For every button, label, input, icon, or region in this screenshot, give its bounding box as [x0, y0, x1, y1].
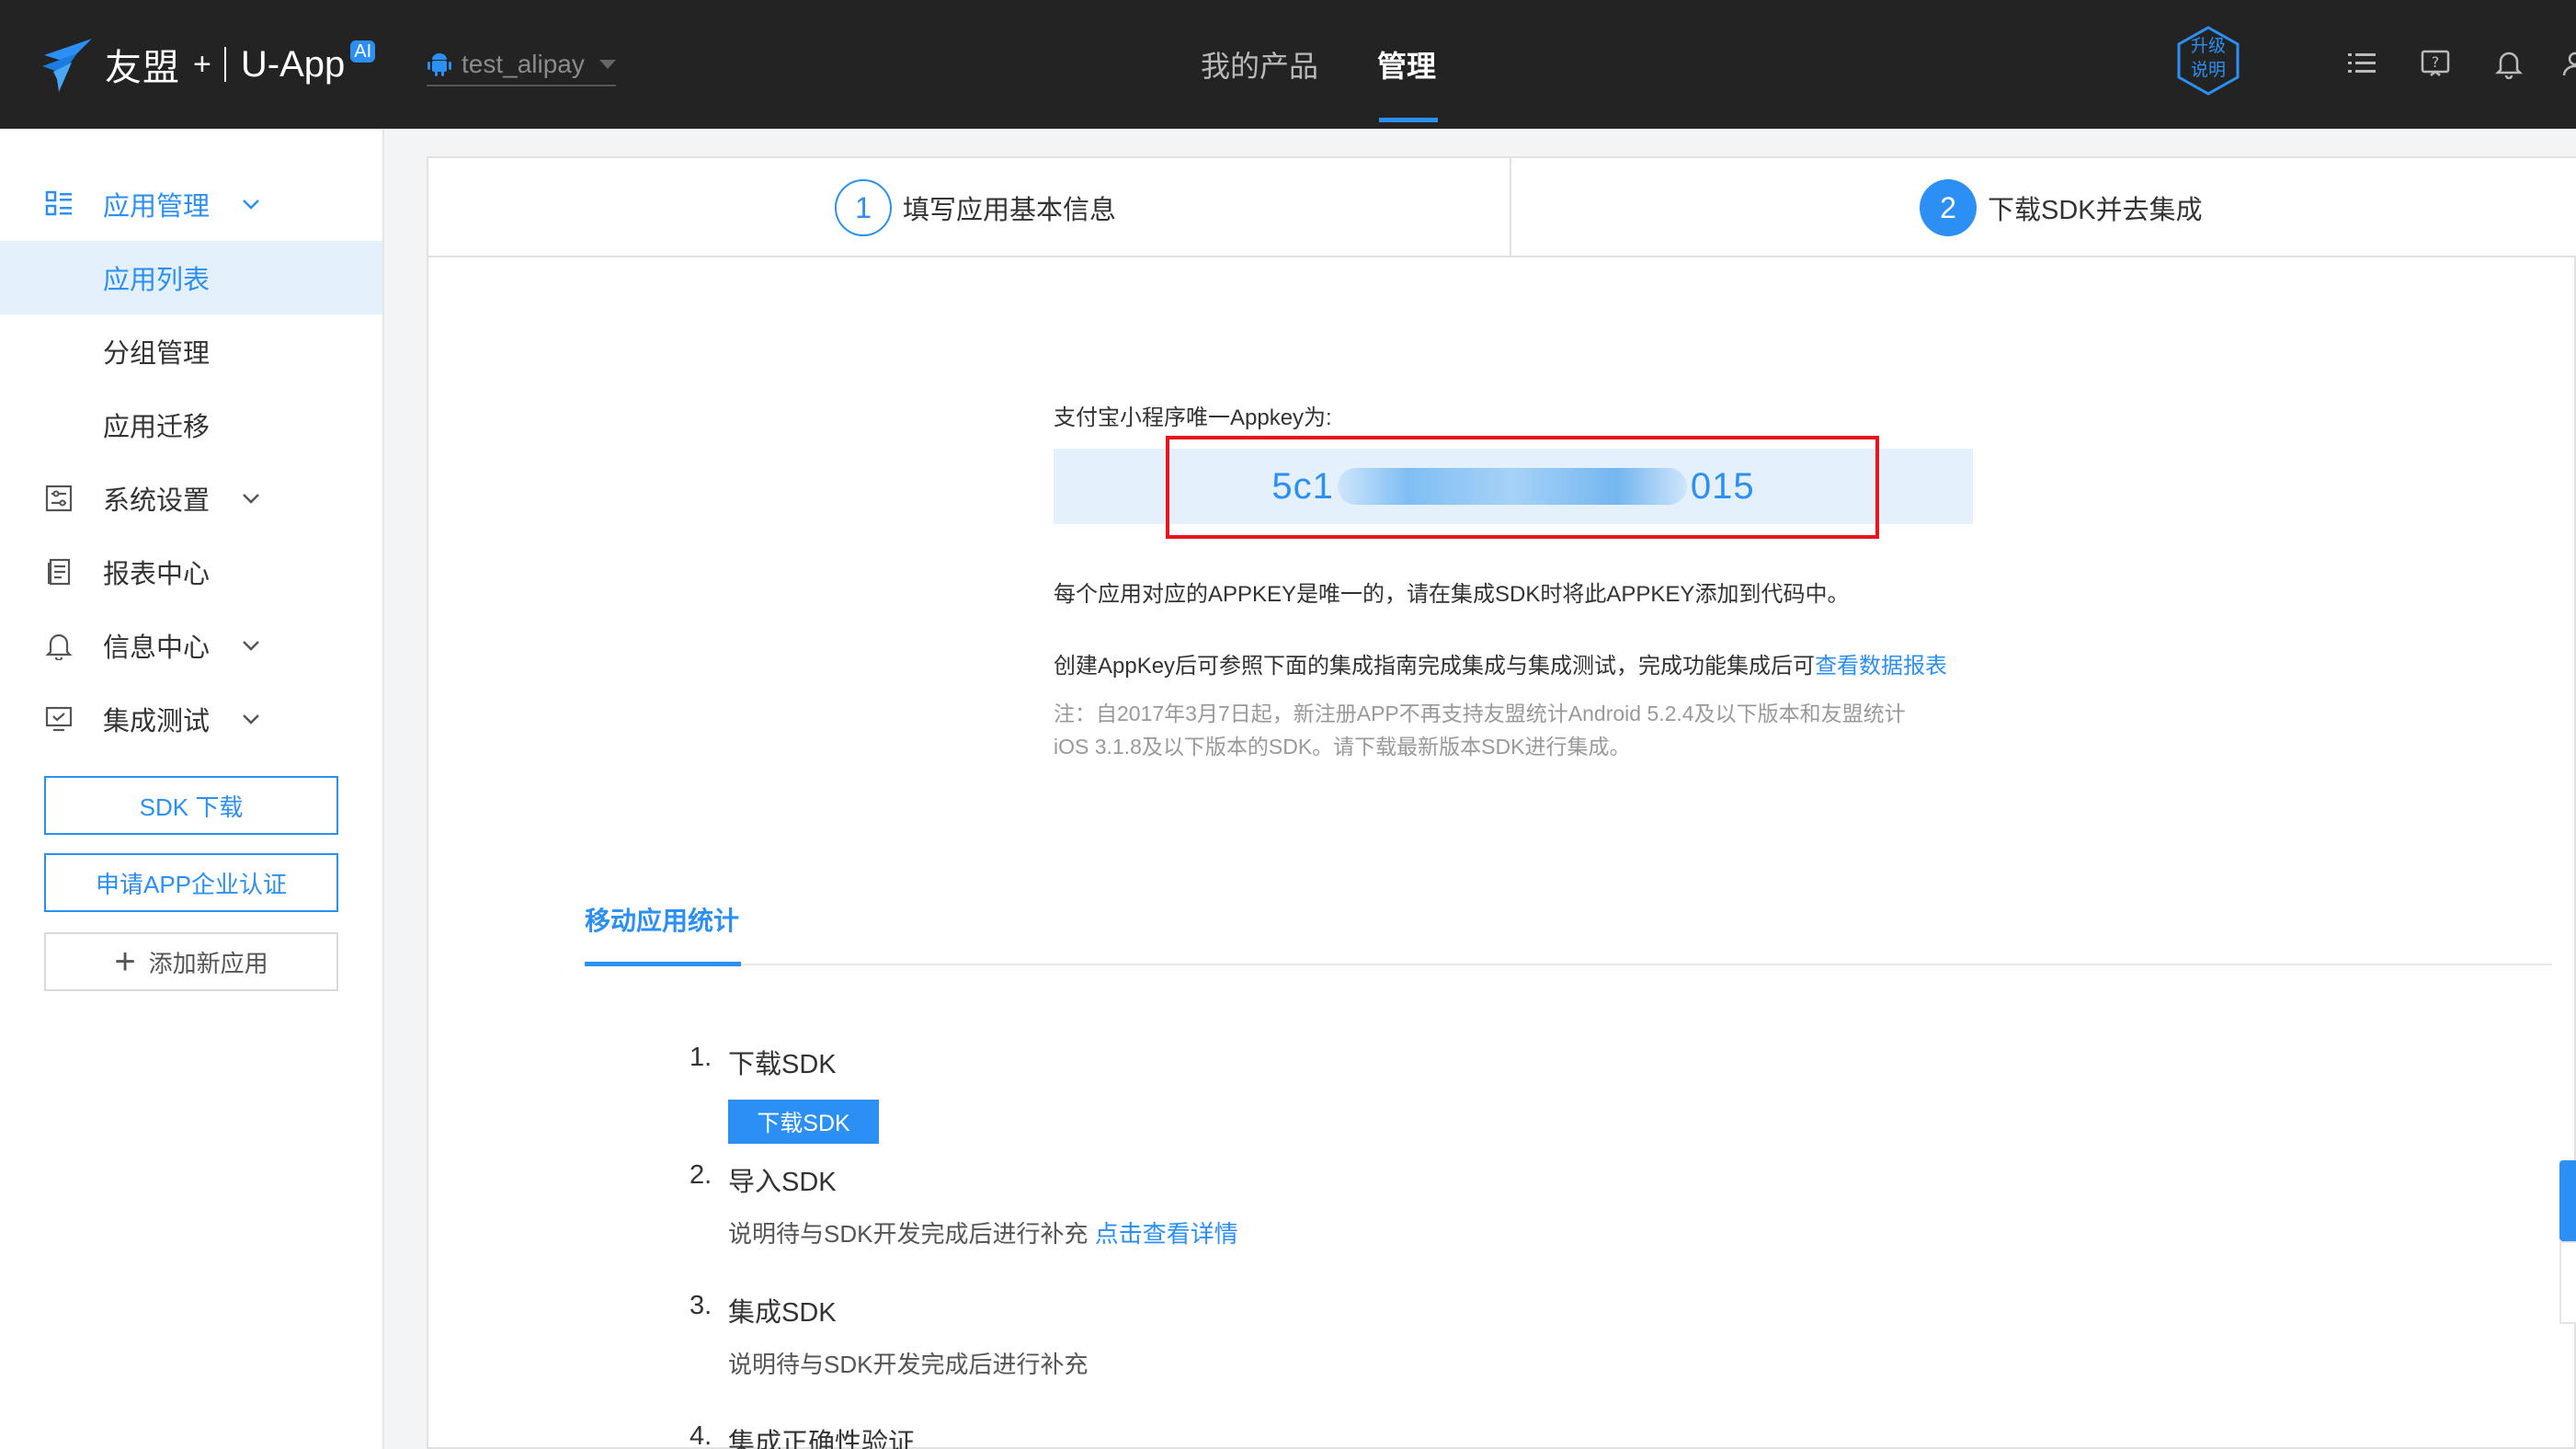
step-number: 1: [835, 179, 892, 236]
app-selector-value: test_alipay: [462, 50, 585, 78]
brand-separator: [223, 47, 226, 82]
sidebar-item-label: 应用管理: [103, 192, 211, 222]
tab-active-indicator: [585, 962, 741, 966]
app-selector[interactable]: test_alipay: [427, 44, 616, 86]
report-icon: [48, 558, 71, 586]
upgrade-label-line1: 升级: [2190, 37, 2226, 56]
appkey-title: 支付宝小程序唯一Appkey为:: [1054, 405, 1332, 430]
nav-active-indicator: [1379, 118, 1438, 122]
top-header: 友盟 + U-App AI test_alipay 我的产品 管理 升级 说明: [0, 0, 2576, 129]
umeng-bird-icon: [42, 39, 92, 92]
guide-step-title: 集成正确性验证: [728, 1429, 916, 1449]
help-icon[interactable]: ?: [2420, 48, 2451, 79]
nav-manage[interactable]: 管理: [1377, 0, 1436, 129]
sidebar-item-integration-test[interactable]: 集成测试: [0, 682, 382, 756]
bell-icon[interactable]: [2493, 48, 2525, 79]
sidebar-item-system-settings[interactable]: 系统设置: [0, 462, 382, 535]
android-icon: [427, 53, 451, 76]
guide-step-desc-text: 说明待与SDK开发完成后进行补充: [728, 1220, 1089, 1248]
enterprise-cert-button[interactable]: 申请APP企业认证: [44, 853, 338, 912]
monitor-icon: [45, 706, 73, 732]
chevron-down-icon: [243, 200, 259, 210]
tab-bar-line: [585, 964, 2552, 965]
sidebar-item-message-center[interactable]: 信息中心: [0, 609, 382, 682]
sdk-download-button[interactable]: SDK 下载: [44, 776, 338, 835]
sidebar-item-app-migration[interactable]: 应用迁移: [0, 388, 382, 462]
guide-step-desc: 说明待与SDK开发完成后进行补充: [728, 1351, 1089, 1378]
sidebar: 应用管理 应用列表 分组管理 应用迁移 系统设置 报表中心 信息中心 集成测试 …: [0, 129, 384, 1449]
chevron-down-icon: [599, 60, 616, 69]
integration-guide-note: 创建AppKey后可参照下面的集成指南完成集成与集成测试，完成功能集成后可查看数…: [1054, 647, 1947, 679]
sidebar-item-app-management[interactable]: 应用管理: [0, 167, 382, 241]
brand-logo[interactable]: 友盟 + U-App AI: [40, 33, 376, 96]
settings-panel-icon: [45, 485, 73, 512]
step-label: 填写应用基本信息: [903, 196, 1117, 225]
guide-step-title: 集成SDK: [728, 1298, 837, 1328]
guide-step-title: 下载SDK: [728, 1050, 837, 1079]
step-number: 2: [1920, 179, 1977, 236]
upgrade-label: 升级 说明: [2173, 35, 2243, 83]
sdk-version-notice-line2: iOS 3.1.8及以下版本的SDK。请下载最新版本SDK进行集成。: [1054, 735, 1631, 759]
guide-step-title: 导入SDK: [728, 1168, 837, 1197]
brand-plus: +: [193, 46, 211, 82]
sdk-version-notice: 注：自2017年3月7日起，新注册APP不再支持友盟统计Android 5.2.…: [1054, 697, 1973, 763]
step-fill-basic-info[interactable]: 1 填写应用基本信息: [835, 178, 1116, 237]
sidebar-item-label: 集成测试: [103, 707, 211, 736]
floating-side-panel[interactable]: [2559, 1241, 2576, 1324]
tab-mobile-app-stats[interactable]: 移动应用统计: [585, 901, 739, 938]
sdk-version-notice-line1: 注：自2017年3月7日起，新注册APP不再支持友盟统计Android 5.2.…: [1054, 702, 1906, 725]
upgrade-info-button[interactable]: 升级 说明: [2173, 26, 2243, 96]
plus-icon: +: [114, 941, 136, 982]
chevron-down-icon: [243, 641, 259, 651]
annotation-red-frame: [1166, 436, 1879, 539]
product-name: U-App: [240, 43, 346, 85]
step-download-sdk[interactable]: 2 下载SDK并去集成: [1920, 178, 2203, 237]
sidebar-item-label: 分组管理: [103, 339, 211, 369]
guide-step-number: 4.: [690, 1421, 712, 1449]
app-grid-icon: [45, 190, 72, 216]
sidebar-item-report-center[interactable]: 报表中心: [0, 535, 382, 609]
sidebar-item-label: 应用迁移: [103, 413, 211, 442]
sidebar-item-label: 报表中心: [103, 560, 211, 589]
nav-my-products[interactable]: 我的产品: [1201, 0, 1318, 129]
view-data-report-link[interactable]: 查看数据报表: [1815, 654, 1947, 679]
main-panel: 1 填写应用基本信息 2 下载SDK并去集成 支付宝小程序唯一Appkey为: …: [427, 156, 2576, 1449]
guide-step-number: 3.: [690, 1291, 712, 1320]
view-details-link[interactable]: 点击查看详情: [1095, 1220, 1238, 1248]
sidebar-item-app-list[interactable]: 应用列表: [0, 241, 382, 314]
sidebar-item-label: 应用列表: [103, 266, 211, 295]
ai-badge: AI: [350, 40, 376, 63]
chevron-down-icon: [243, 714, 259, 724]
add-app-label: 添加新应用: [148, 949, 268, 977]
appkey-unique-note: 每个应用对应的APPKEY是唯一的，请在集成SDK时将此APPKEY添加到代码中…: [1054, 582, 1850, 607]
list-icon[interactable]: [2346, 48, 2377, 79]
floating-side-tab[interactable]: [2559, 1160, 2576, 1241]
upgrade-label-line2: 说明: [2190, 61, 2226, 80]
chevron-down-icon: [243, 494, 259, 504]
download-sdk-button[interactable]: 下载SDK: [728, 1100, 879, 1144]
guide-step-number: 2.: [690, 1160, 712, 1190]
svg-text:?: ?: [2432, 53, 2440, 71]
user-icon[interactable]: [2559, 48, 2576, 79]
guide-step-number: 1.: [690, 1043, 712, 1072]
guide-step-desc: 说明待与SDK开发完成后进行补充 点击查看详情: [728, 1215, 1238, 1249]
sidebar-item-label: 信息中心: [103, 633, 211, 663]
step-indicator: 1 填写应用基本信息 2 下载SDK并去集成: [428, 158, 2576, 257]
sidebar-item-group-management[interactable]: 分组管理: [0, 314, 382, 388]
brand-name: 友盟: [105, 48, 180, 88]
integration-guide-text: 创建AppKey后可参照下面的集成指南完成集成与集成测试，完成功能集成后可: [1054, 654, 1816, 679]
step-label: 下载SDK并去集成: [1988, 196, 2203, 225]
sidebar-item-label: 系统设置: [103, 486, 211, 516]
bell-icon: [45, 633, 73, 660]
add-app-button[interactable]: + 添加新应用: [44, 932, 338, 991]
step-divider: [1510, 158, 1511, 257]
